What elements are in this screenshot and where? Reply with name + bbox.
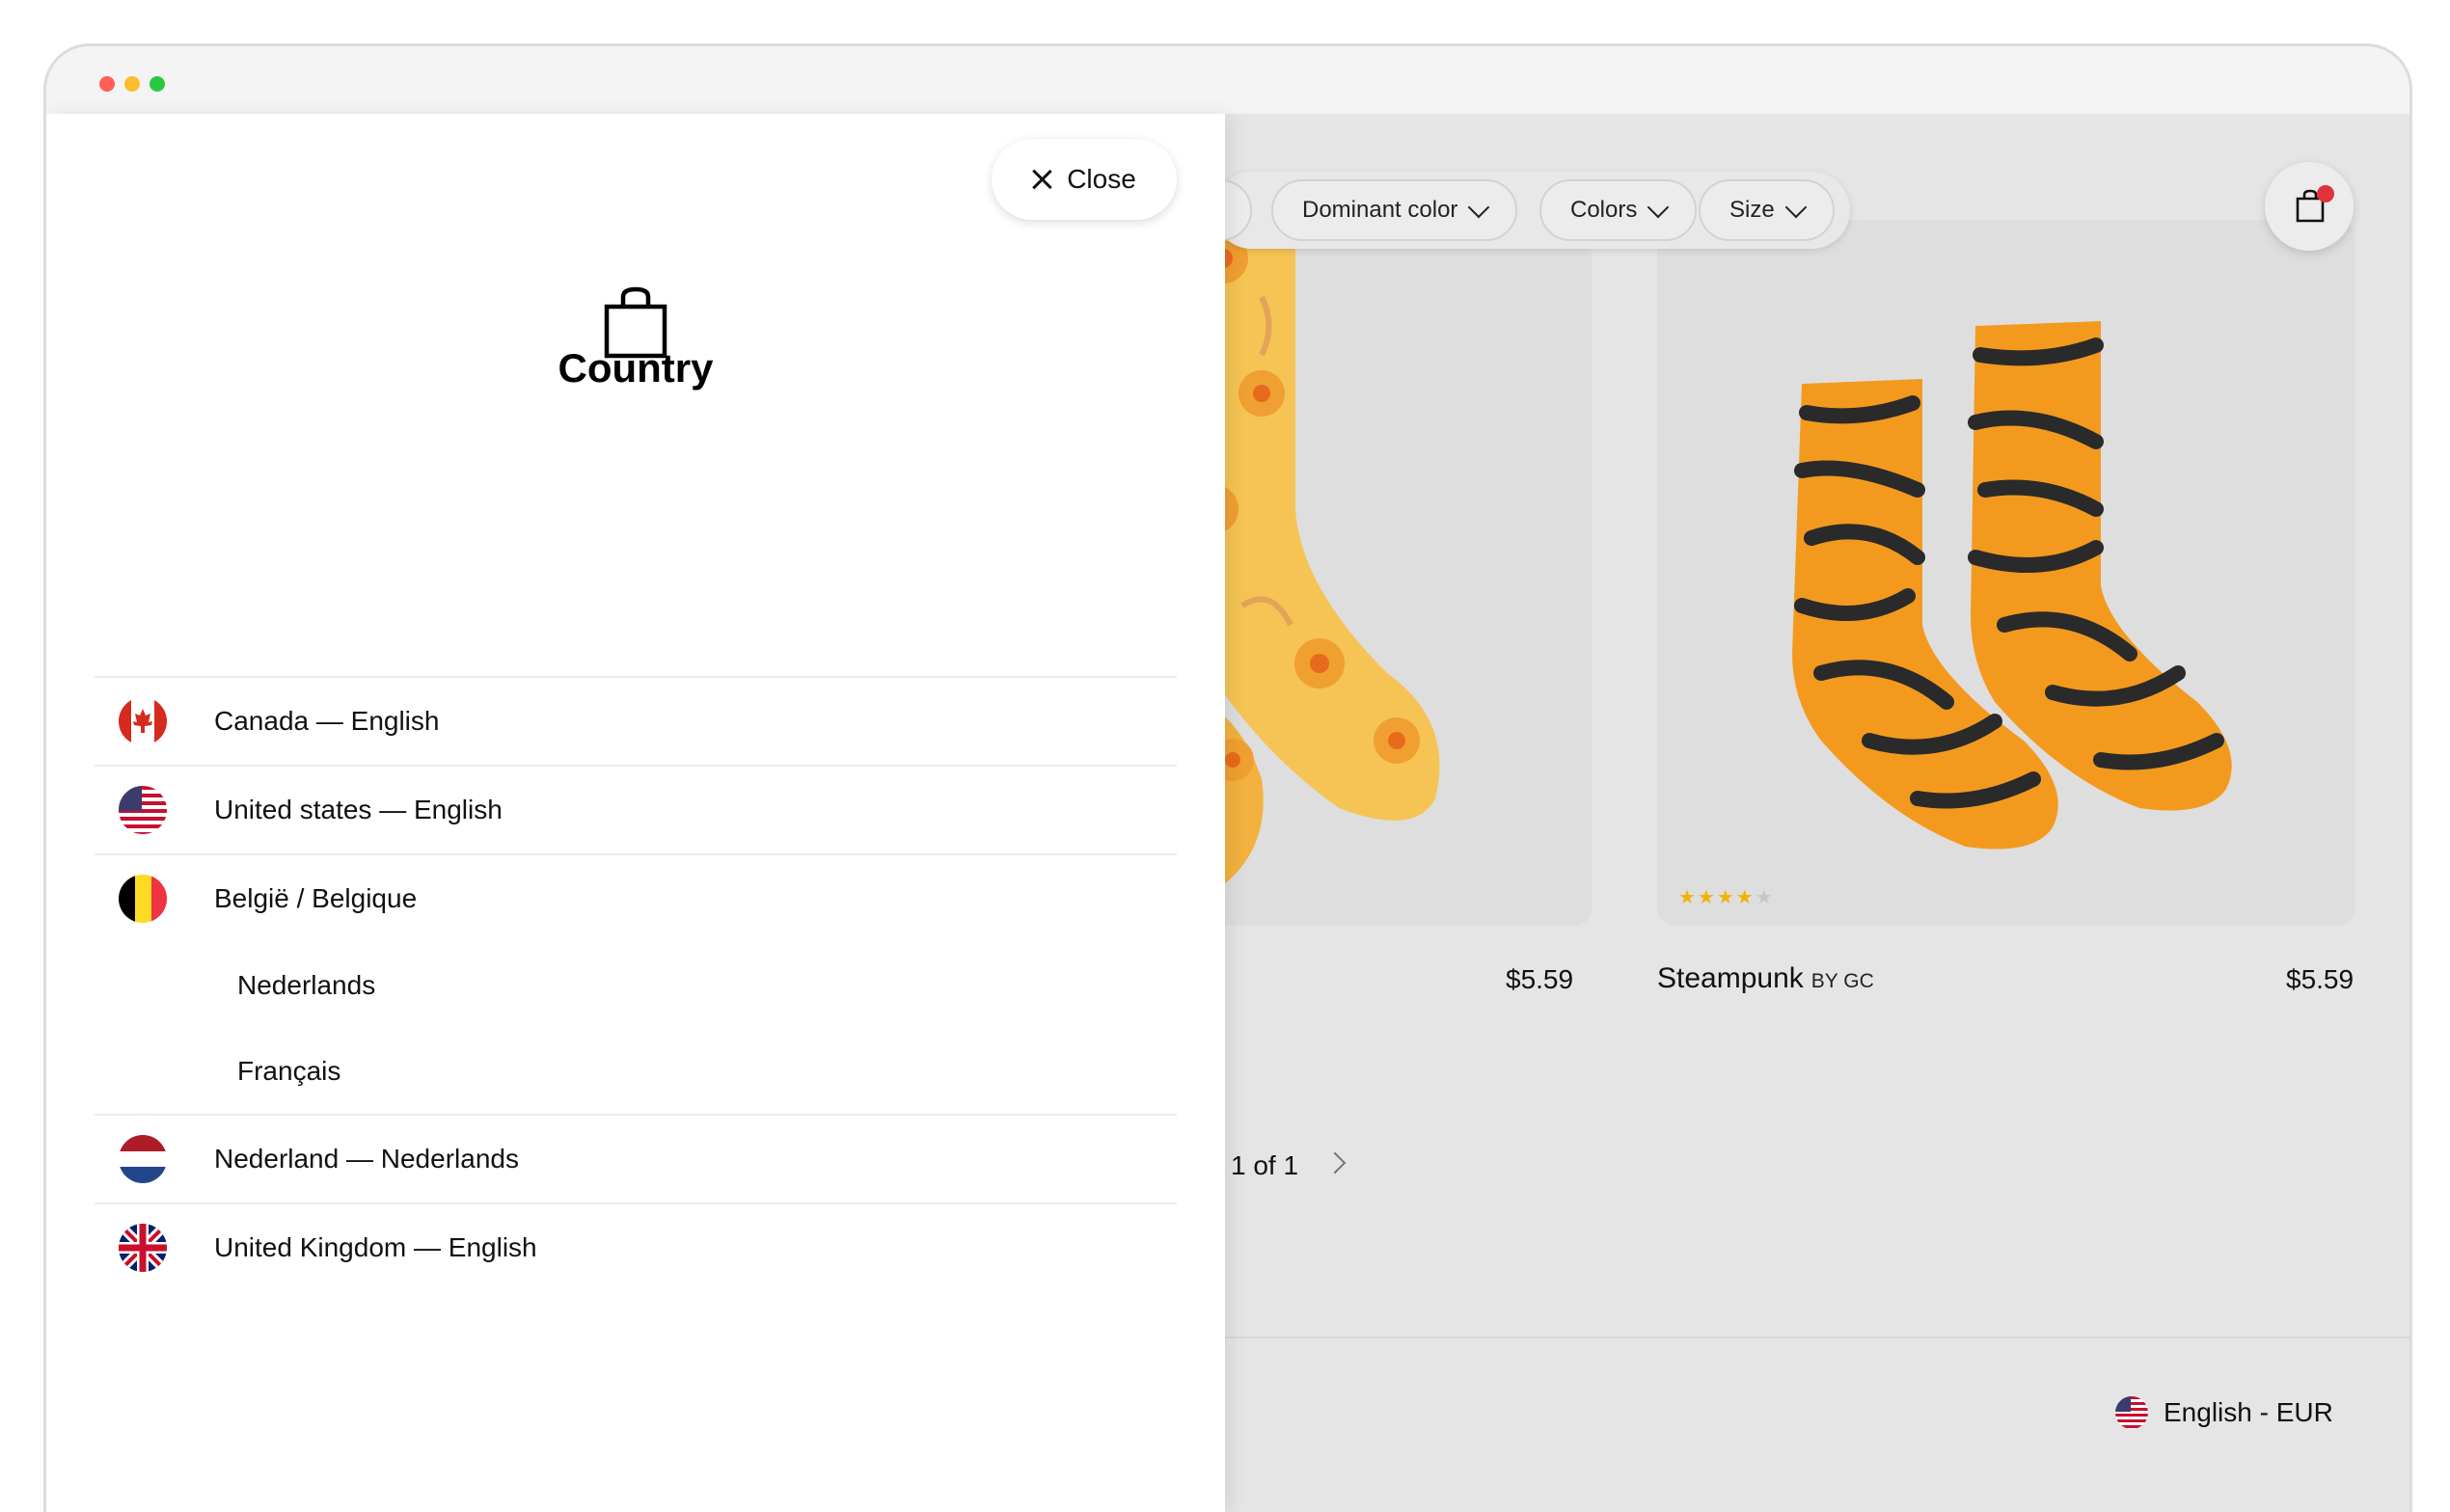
chevron-down-icon	[1784, 196, 1808, 219]
filter-label: Dominant color	[1302, 197, 1458, 223]
netherlands-flag-icon	[119, 1135, 167, 1183]
country-list: Canada — English United states — English	[95, 676, 1177, 1291]
uk-flag-icon	[119, 1224, 167, 1272]
country-label: United states — English	[214, 795, 503, 824]
sunflower-socks-image	[1204, 220, 1592, 926]
page-content: ★★★★★ $5.59 Steampunk BY GC $5.59 Dominan…	[46, 114, 2409, 1512]
product-rating-stars: ★★★★★	[1678, 887, 1775, 908]
country-item-united-states[interactable]: United states — English	[95, 765, 1177, 853]
chevron-right-icon[interactable]	[1323, 1151, 1347, 1174]
product-image-sunflower-socks[interactable]	[1204, 220, 1592, 926]
product-price: $5.59	[2286, 964, 2355, 994]
locale-switcher[interactable]: English - EUR	[2115, 1396, 2333, 1429]
filter-size[interactable]: Size	[1699, 179, 1835, 241]
product-price: $5.59	[1506, 964, 1574, 994]
language-label: Français	[237, 1055, 341, 1086]
us-flag-icon	[119, 786, 167, 834]
belgium-flag-icon	[119, 875, 167, 923]
close-button[interactable]: Close	[992, 139, 1177, 220]
filter-label: Size	[1729, 197, 1775, 223]
browser-window: ★★★★★ $5.59 Steampunk BY GC $5.59 Dominan…	[43, 43, 2412, 1512]
drawer-title: Country	[558, 345, 714, 391]
chevron-down-icon	[1468, 196, 1490, 219]
cart-button[interactable]	[2265, 162, 2354, 251]
country-item-netherlands[interactable]: Nederland — Nederlands	[95, 1114, 1177, 1202]
country-label: Canada — English	[214, 706, 440, 736]
cart-badge	[2317, 185, 2334, 202]
country-label: België / Belgique	[214, 883, 418, 913]
filter-label: Colors	[1570, 197, 1638, 223]
close-label: Close	[1067, 164, 1136, 194]
country-item-united-kingdom[interactable]: United Kingdom — English	[95, 1202, 1177, 1291]
close-window-dot[interactable]	[99, 76, 115, 92]
country-item-canada[interactable]: Canada — English	[95, 676, 1177, 765]
close-icon	[1032, 170, 1051, 189]
us-flag-icon	[2115, 1396, 2148, 1429]
locale-label: English - EUR	[2164, 1397, 2333, 1427]
country-label: United Kingdom — English	[214, 1232, 537, 1262]
maximize-window-dot[interactable]	[150, 76, 165, 92]
tiger-socks-image	[1657, 220, 2355, 926]
language-item-nederlands[interactable]: Nederlands	[95, 942, 1177, 1028]
country-item-belgium: België / Belgique	[95, 853, 1177, 942]
product-name[interactable]: Steampunk BY GC	[1657, 962, 1874, 995]
pagination-status: 1 of 1	[1231, 1150, 1299, 1180]
chevron-down-icon	[1647, 196, 1670, 219]
filter-bar: Dominant color Colors Size	[1175, 172, 1850, 249]
product-title[interactable]: Steampunk	[1657, 962, 1804, 994]
filter-colors[interactable]: Colors	[1539, 179, 1698, 241]
product-image-steampunk-socks[interactable]: ★★★★★	[1657, 220, 2355, 926]
canada-flag-icon	[119, 697, 167, 745]
language-label: Nederlands	[237, 969, 376, 1000]
language-item-francais[interactable]: Français	[95, 1028, 1177, 1114]
title-bar	[46, 46, 2409, 114]
minimize-window-dot[interactable]	[124, 76, 140, 92]
country-label: Nederland — Nederlands	[214, 1144, 519, 1174]
country-drawer: Close Country Canada — English United st…	[46, 114, 1225, 1512]
filter-dominant-color[interactable]: Dominant color	[1271, 179, 1518, 241]
product-brand: BY GC	[1810, 970, 1874, 992]
